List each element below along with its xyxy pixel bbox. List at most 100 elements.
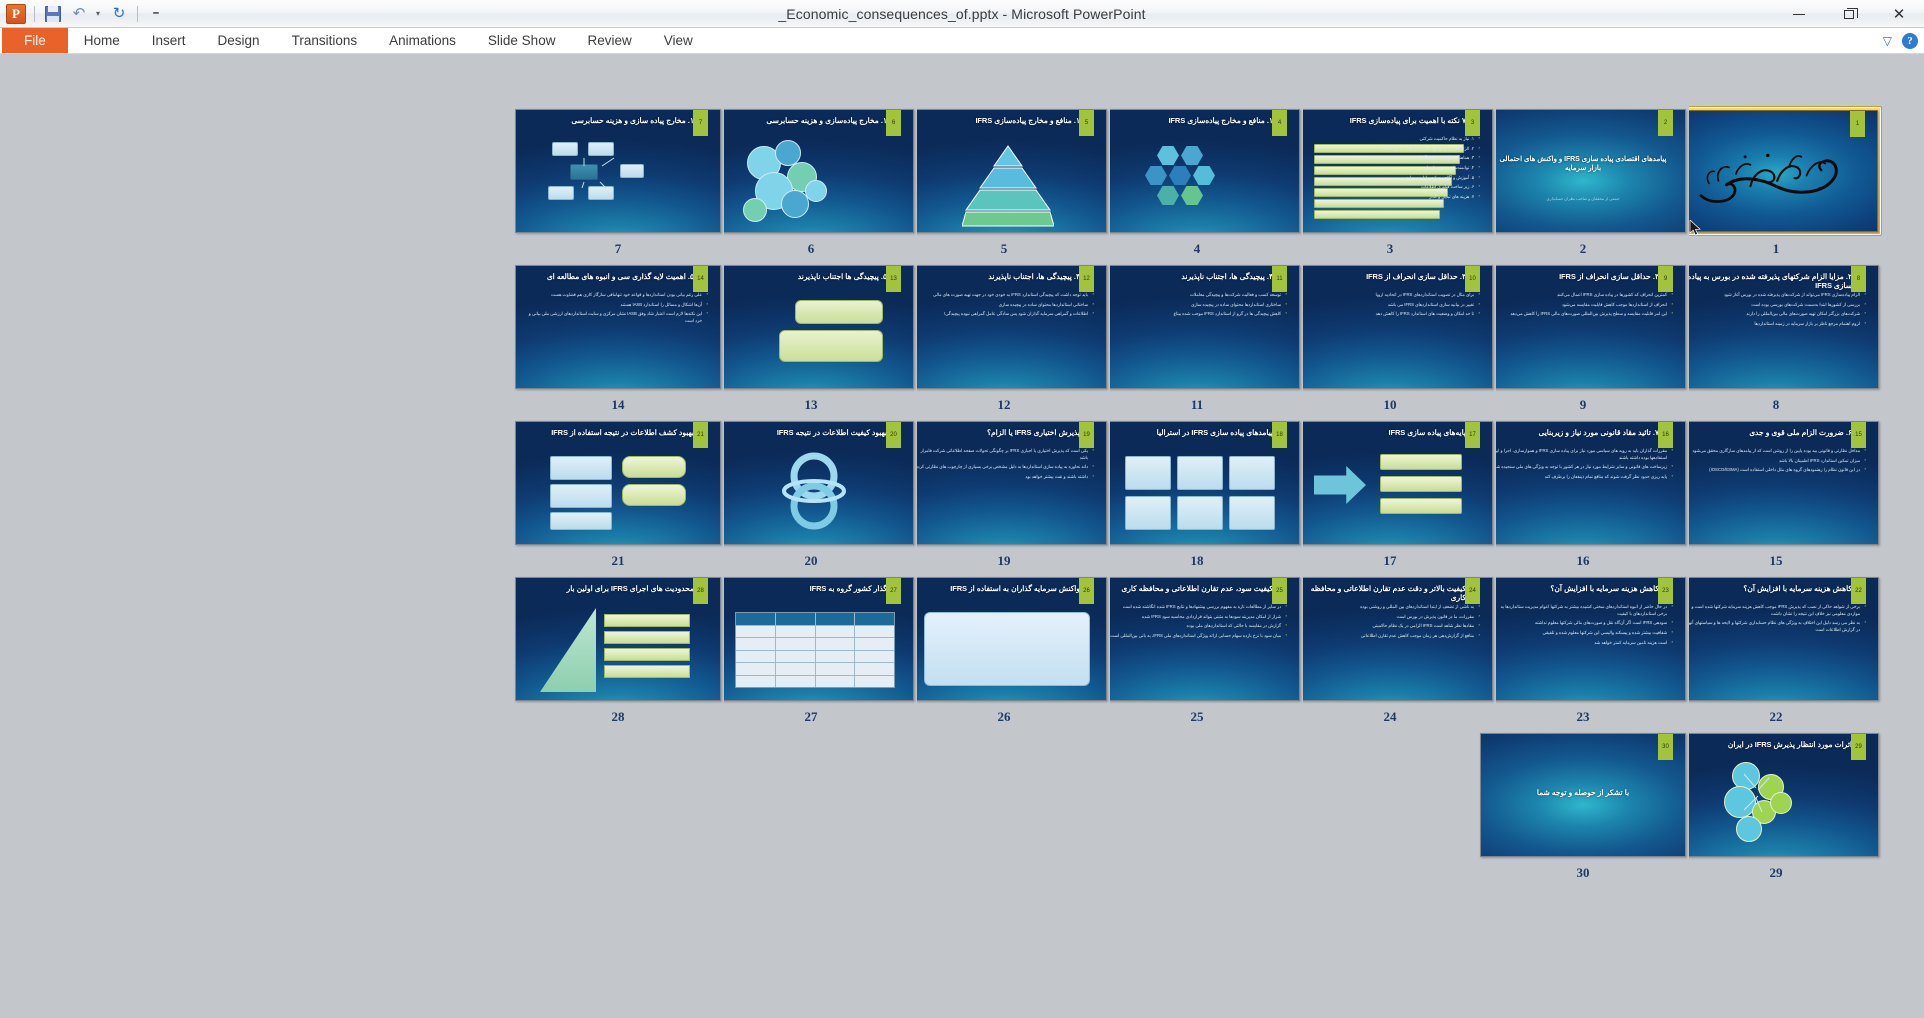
slide-thumbnail[interactable]: ۱. منافع و مخارج پیاده‌سازی IFRS 4 — [1091, 106, 1303, 236]
slide-thumbnail[interactable]: ۷. تائید مقاد قانونی مورد نیاز و زیربنای… — [1477, 418, 1689, 548]
slide-thumbnail[interactable]: بهبود کشف اطلاعات در نتیجه استفاده از IF… — [512, 418, 724, 548]
slide-preview[interactable]: کیفیت بالاتر و دقت عدم تقارن اطلاعاتی و … — [1287, 577, 1493, 701]
slide-cell[interactable]: پیامدهای پیاده سازی IFRS در استرالیا 18 … — [1091, 418, 1303, 574]
slide-preview[interactable]: محدودیت های اجرای IFRS برای اولین بار 28 — [515, 577, 721, 701]
slide-cell[interactable]: ۲. مزایا الزام شرکتهای پذیرفته شده در بو… — [1670, 262, 1882, 418]
slide-thumbnail[interactable]: کیفیت سود، عدم تقارن اطلاعاتی و محافظه ک… — [1091, 574, 1303, 704]
slide-cell[interactable]: ۳. حداقل سازی انحراف از IFRS کمترین انحر… — [1477, 262, 1689, 418]
minimize-button[interactable] — [1774, 0, 1824, 28]
slide-preview[interactable]: ۴. پیچیدگی ها، اجتناب ناپذیرند باید توجه… — [901, 265, 1107, 389]
slide-preview[interactable]: ۵. پیچیدگی ها اجتناب ناپذیرند 13 — [708, 265, 914, 389]
tab-animations[interactable]: Animations — [373, 28, 472, 53]
slide-thumbnail[interactable]: واکنش سرمایه گذاران به استفاده از IFRS 2… — [898, 574, 1110, 704]
quick-access-toolbar[interactable]: P ↶ ▾ ↻ ━ — [0, 0, 168, 27]
slide-preview[interactable]: ۱. مخارج پیاده‌سازی و هزینه حسابرسی 6 — [708, 109, 914, 233]
slide-thumbnail[interactable]: گذار کشور گروه به IFRS 27 — [705, 574, 917, 704]
slide-preview[interactable]: ۲. مزایا الزام شرکتهای پذیرفته شده در بو… — [1673, 265, 1879, 389]
powerpoint-logo-icon[interactable]: P — [4, 3, 28, 25]
slide-cell[interactable]: ۳. حداقل سازی انحراف از IFRS برای مثال د… — [1284, 262, 1496, 418]
slide-cell[interactable]: ۶. ضرورت الزام ملی قوی و جدی مداخل نظارت… — [1670, 418, 1882, 574]
slide-thumbnail[interactable]: پیامدهای پیاده سازی IFRS در استرالیا 18 — [1091, 418, 1303, 548]
slide-preview[interactable]: اثرات مورد انتظار پذیرش IFRS در ایران 29 — [1673, 733, 1879, 857]
slide-cell[interactable]: کاهش هزینه سرمایه با افزایش آن؟ در حال ح… — [1477, 574, 1689, 730]
slide-cell[interactable]: محدودیت های اجرای IFRS برای اولین بار 28… — [512, 574, 724, 730]
slide-cell[interactable]: پذیرش اختیاری IFRS یا الزام؟ یکی است که … — [898, 418, 1110, 574]
slide-thumbnail[interactable]: اثرات مورد انتظار پذیرش IFRS در ایران 29 — [1670, 730, 1882, 860]
slide-preview[interactable]: کاهش هزینه سرمایه با افزایش آن؟ برخی از … — [1673, 577, 1879, 701]
tab-insert[interactable]: Insert — [136, 28, 202, 53]
undo-icon[interactable]: ↶ — [67, 3, 91, 25]
slide-preview[interactable]: کیفیت سود، عدم تقارن اطلاعاتی و محافظه ک… — [1094, 577, 1300, 701]
slide-thumbnail[interactable]: ۵. پیچیدگی ها اجتناب ناپذیرند 13 — [705, 262, 917, 392]
slide-cell[interactable]: بهبود کیفیت اطلاعات در نتیجه IFRS 20 20 — [705, 418, 917, 574]
slide-cell[interactable]: پیامدهای اقتصادی پیاده سازی IFRS و واکنش… — [1477, 106, 1689, 262]
window-controls[interactable]: ✕ — [1774, 0, 1924, 28]
slide-preview[interactable]: ۱. مخارج پیاده سازی و هزینه حسابرسی 7 — [515, 109, 721, 233]
slide-preview[interactable]: واکنش سرمایه گذاران به استفاده از IFRS 2… — [901, 577, 1107, 701]
slide-thumbnail[interactable]: پایه‌های پیاده سازی IFRS 17 — [1284, 418, 1496, 548]
slide-cell[interactable]: کیفیت بالاتر و دقت عدم تقارن اطلاعاتی و … — [1284, 574, 1496, 730]
slide-thumbnail[interactable]: ۳. حداقل سازی انحراف از IFRS کمترین انحر… — [1477, 262, 1689, 392]
slide-preview[interactable]: ۴. پیچیدگی ها، اجتناب ناپذیرند توسعه کسب… — [1094, 265, 1300, 389]
slide-preview[interactable]: پیامدهای پیاده سازی IFRS در استرالیا 18 — [1094, 421, 1300, 545]
slide-thumbnail[interactable]: ۳. حداقل سازی انحراف از IFRS برای مثال د… — [1284, 262, 1496, 392]
slide-preview[interactable]: ۱. منافع و مخارج پیاده‌سازی IFRS 5 — [901, 109, 1107, 233]
slide-thumbnail[interactable]: ۴. پیچیدگی ها، اجتناب ناپذیرند توسعه کسب… — [1091, 262, 1303, 392]
tab-design[interactable]: Design — [202, 28, 276, 53]
slide-thumbnail[interactable]: ۵. اهمیت لایه گذاری سی و انبوه های مطالع… — [512, 262, 724, 392]
tab-view[interactable]: View — [648, 28, 709, 53]
tab-transitions[interactable]: Transitions — [276, 28, 374, 53]
slide-thumbnail[interactable]: ۶. ضرورت الزام ملی قوی و جدی مداخل نظارت… — [1670, 418, 1882, 548]
slide-thumbnail[interactable]: ۷ نکته با اهمیت برای پیاده‌سازی IFRS ۱. … — [1284, 106, 1496, 236]
slide-thumbnail[interactable]: کاهش هزینه سرمایه با افزایش آن؟ در حال ح… — [1477, 574, 1689, 704]
tab-slide-show[interactable]: Slide Show — [472, 28, 572, 53]
slide-thumbnail[interactable]: ۱. مخارج پیاده سازی و هزینه حسابرسی 7 — [512, 106, 724, 236]
slide-thumbnail[interactable]: ۱. منافع و مخارج پیاده‌سازی IFRS 5 — [898, 106, 1110, 236]
slide-cell[interactable]: ۴. پیچیدگی ها، اجتناب ناپذیرند باید توجه… — [898, 262, 1110, 418]
slide-cell[interactable]: بهبود کشف اطلاعات در نتیجه استفاده از IF… — [512, 418, 724, 574]
slide-cell[interactable]: ۱. مخارج پیاده سازی و هزینه حسابرسی 7 7 — [512, 106, 724, 262]
slide-cell[interactable]: پایه‌های پیاده سازی IFRS 17 17 — [1284, 418, 1496, 574]
slide-thumbnail[interactable]: محدودیت های اجرای IFRS برای اولین بار 28 — [512, 574, 724, 704]
slide-cell[interactable]: ۱. منافع و مخارج پیاده‌سازی IFRS 5 5 — [898, 106, 1110, 262]
save-icon[interactable] — [41, 3, 65, 25]
collapse-ribbon-icon[interactable]: ▽ — [1883, 34, 1892, 48]
slide-cell[interactable]: ۵. پیچیدگی ها اجتناب ناپذیرند 13 13 — [705, 262, 917, 418]
ribbon-tab-bar[interactable]: File Home Insert Design Transitions Anim… — [0, 28, 1924, 54]
slide-cell[interactable]: گذار کشور گروه به IFRS 27 27 — [705, 574, 917, 730]
tab-review[interactable]: Review — [571, 28, 647, 53]
slide-cell[interactable]: ۷ نکته با اهمیت برای پیاده‌سازی IFRS ۱. … — [1284, 106, 1496, 262]
slide-preview[interactable]: ۷ نکته با اهمیت برای پیاده‌سازی IFRS ۱. … — [1287, 109, 1493, 233]
slide-preview[interactable]: ۷. تائید مقاد قانونی مورد نیاز و زیربنای… — [1480, 421, 1686, 545]
slide-preview[interactable]: ۳. حداقل سازی انحراف از IFRS کمترین انحر… — [1480, 265, 1686, 389]
slide-cell[interactable]: واکنش سرمایه گذاران به استفاده از IFRS 2… — [898, 574, 1110, 730]
slide-sorter-canvas[interactable]: 1 1 پیامدهای اقتصادی پیاده سازی IFRS و و… — [0, 54, 1924, 1018]
slide-preview[interactable]: ۳. حداقل سازی انحراف از IFRS برای مثال د… — [1287, 265, 1493, 389]
slide-preview[interactable]: پایه‌های پیاده سازی IFRS 17 — [1287, 421, 1493, 545]
slide-preview[interactable]: ۵. اهمیت لایه گذاری سی و انبوه های مطالع… — [515, 265, 721, 389]
slide-preview[interactable]: بهبود کیفیت اطلاعات در نتیجه IFRS 20 — [708, 421, 914, 545]
tab-home[interactable]: Home — [68, 28, 136, 53]
slide-cell[interactable]: ۱. مخارج پیاده‌سازی و هزینه حسابرسی 6 6 — [705, 106, 917, 262]
customize-qat-icon[interactable]: ━ — [144, 3, 168, 25]
slide-preview[interactable]: کاهش هزینه سرمایه با افزایش آن؟ در حال ح… — [1480, 577, 1686, 701]
slide-preview[interactable]: گذار کشور گروه به IFRS 27 — [708, 577, 914, 701]
undo-dropdown-icon[interactable]: ▾ — [93, 3, 105, 25]
slide-thumbnail[interactable]: ۱. مخارج پیاده‌سازی و هزینه حسابرسی 6 — [705, 106, 917, 236]
slide-cell[interactable]: ۱. منافع و مخارج پیاده‌سازی IFRS 4 4 — [1091, 106, 1303, 262]
slide-cell[interactable]: اثرات مورد انتظار پذیرش IFRS در ایران 29… — [1670, 730, 1882, 886]
slide-cell[interactable]: کیفیت سود، عدم تقارن اطلاعاتی و محافظه ک… — [1091, 574, 1303, 730]
slide-thumbnail[interactable]: ۴. پیچیدگی ها، اجتناب ناپذیرند باید توجه… — [898, 262, 1110, 392]
slide-thumbnail[interactable]: پذیرش اختیاری IFRS یا الزام؟ یکی است که … — [898, 418, 1110, 548]
slide-cell[interactable]: با تشکر از حوصله و توجه شما 30 30 — [1477, 730, 1689, 886]
slide-cell[interactable]: ۵. اهمیت لایه گذاری سی و انبوه های مطالع… — [512, 262, 724, 418]
slide-cell[interactable]: 1 1 — [1670, 106, 1882, 262]
slide-preview[interactable]: پذیرش اختیاری IFRS یا الزام؟ یکی است که … — [901, 421, 1107, 545]
close-button[interactable]: ✕ — [1874, 0, 1924, 28]
slide-preview[interactable]: بهبود کشف اطلاعات در نتیجه استفاده از IF… — [515, 421, 721, 545]
slide-thumbnail[interactable]: کیفیت بالاتر و دقت عدم تقارن اطلاعاتی و … — [1284, 574, 1496, 704]
slide-cell[interactable]: ۴. پیچیدگی ها، اجتناب ناپذیرند توسعه کسب… — [1091, 262, 1303, 418]
slide-preview[interactable]: 1 — [1674, 110, 1878, 232]
slide-preview[interactable]: ۶. ضرورت الزام ملی قوی و جدی مداخل نظارت… — [1673, 421, 1879, 545]
restore-button[interactable] — [1824, 0, 1874, 28]
